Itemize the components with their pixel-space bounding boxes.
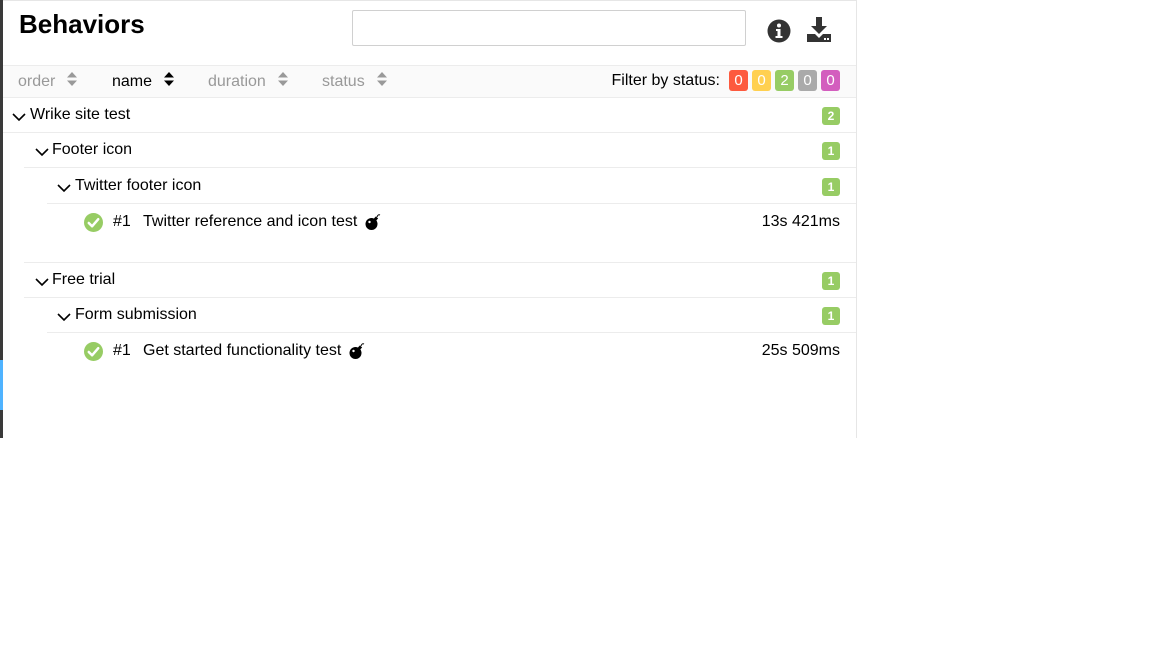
flaky-bomb-icon	[364, 213, 382, 236]
test-case-row[interactable]: #1 Get started functionality test 25s 50…	[70, 333, 856, 391]
filter-skipped-badge[interactable]: 0	[798, 70, 817, 91]
sort-by-order[interactable]: order	[18, 72, 78, 91]
group-count-badge: 1	[822, 142, 840, 160]
sort-arrows-icon	[277, 72, 288, 91]
filter-broken-badge[interactable]: 0	[752, 70, 771, 91]
sort-arrows-icon	[67, 72, 78, 91]
group-label: Form submission	[75, 306, 197, 323]
filter-unknown-badge[interactable]: 0	[821, 70, 840, 91]
tree-group-feature[interactable]: Footer icon 1	[24, 133, 856, 168]
sorter-label: status	[322, 72, 365, 90]
page-title: Behaviors	[19, 9, 145, 39]
sort-arrows-icon	[376, 72, 387, 91]
group-label: Free trial	[52, 271, 116, 288]
group-count-badge: 1	[822, 178, 840, 196]
group-count-badge: 1	[822, 307, 840, 325]
test-case-row[interactable]: #1 Twitter reference and icon test 13s 4…	[70, 204, 856, 262]
behaviors-pane: Behaviors order name duration status Fil…	[3, 0, 857, 438]
tree-group-story[interactable]: Form submission 1	[47, 298, 856, 333]
filter-label: Filter by status:	[611, 71, 720, 89]
chevron-down-icon	[57, 180, 71, 198]
info-icon[interactable]	[765, 17, 793, 45]
search-input[interactable]	[352, 10, 746, 46]
passed-check-icon	[84, 213, 103, 237]
chevron-down-icon	[57, 309, 71, 327]
chevron-down-icon	[35, 144, 49, 162]
group-label: Footer icon	[52, 141, 133, 158]
filter-passed-badge[interactable]: 2	[775, 70, 794, 91]
test-order-number: #1	[113, 342, 131, 359]
passed-check-icon	[84, 342, 103, 366]
group-label: Twitter footer icon	[75, 177, 202, 194]
test-name: Get started functionality test	[143, 342, 342, 359]
tree-group-feature[interactable]: Free trial 1	[24, 263, 856, 298]
test-duration: 13s 421ms	[761, 213, 840, 230]
test-duration: 25s 509ms	[761, 342, 840, 359]
group-count-badge: 2	[822, 107, 840, 125]
tree-group-story[interactable]: Twitter footer icon 1	[47, 169, 856, 204]
test-order-number: #1	[113, 213, 131, 230]
sort-arrows-icon	[164, 72, 175, 91]
sorter-label: name	[112, 72, 153, 90]
group-count-badge: 1	[822, 272, 840, 290]
sort-by-status[interactable]: status	[322, 72, 387, 91]
sorter-bar: order name duration status Filter by sta…	[3, 65, 856, 98]
filter-failed-badge[interactable]: 0	[729, 70, 748, 91]
chevron-down-icon	[12, 109, 26, 127]
test-name: Twitter reference and icon test	[143, 213, 358, 230]
flaky-bomb-icon	[348, 342, 366, 365]
sorter-label: duration	[208, 72, 266, 90]
sort-by-duration[interactable]: duration	[208, 72, 288, 91]
sort-by-name[interactable]: name	[112, 72, 175, 91]
download-icon[interactable]	[805, 15, 833, 43]
tree-group-epic[interactable]: Wrike site test 2	[3, 98, 856, 133]
chevron-down-icon	[35, 274, 49, 292]
group-label: Wrike site test	[30, 106, 131, 123]
sorter-label: order	[18, 72, 56, 90]
status-filter: Filter by status: 0 0 2 0 0	[612, 70, 840, 91]
pane-header: Behaviors	[3, 1, 856, 65]
